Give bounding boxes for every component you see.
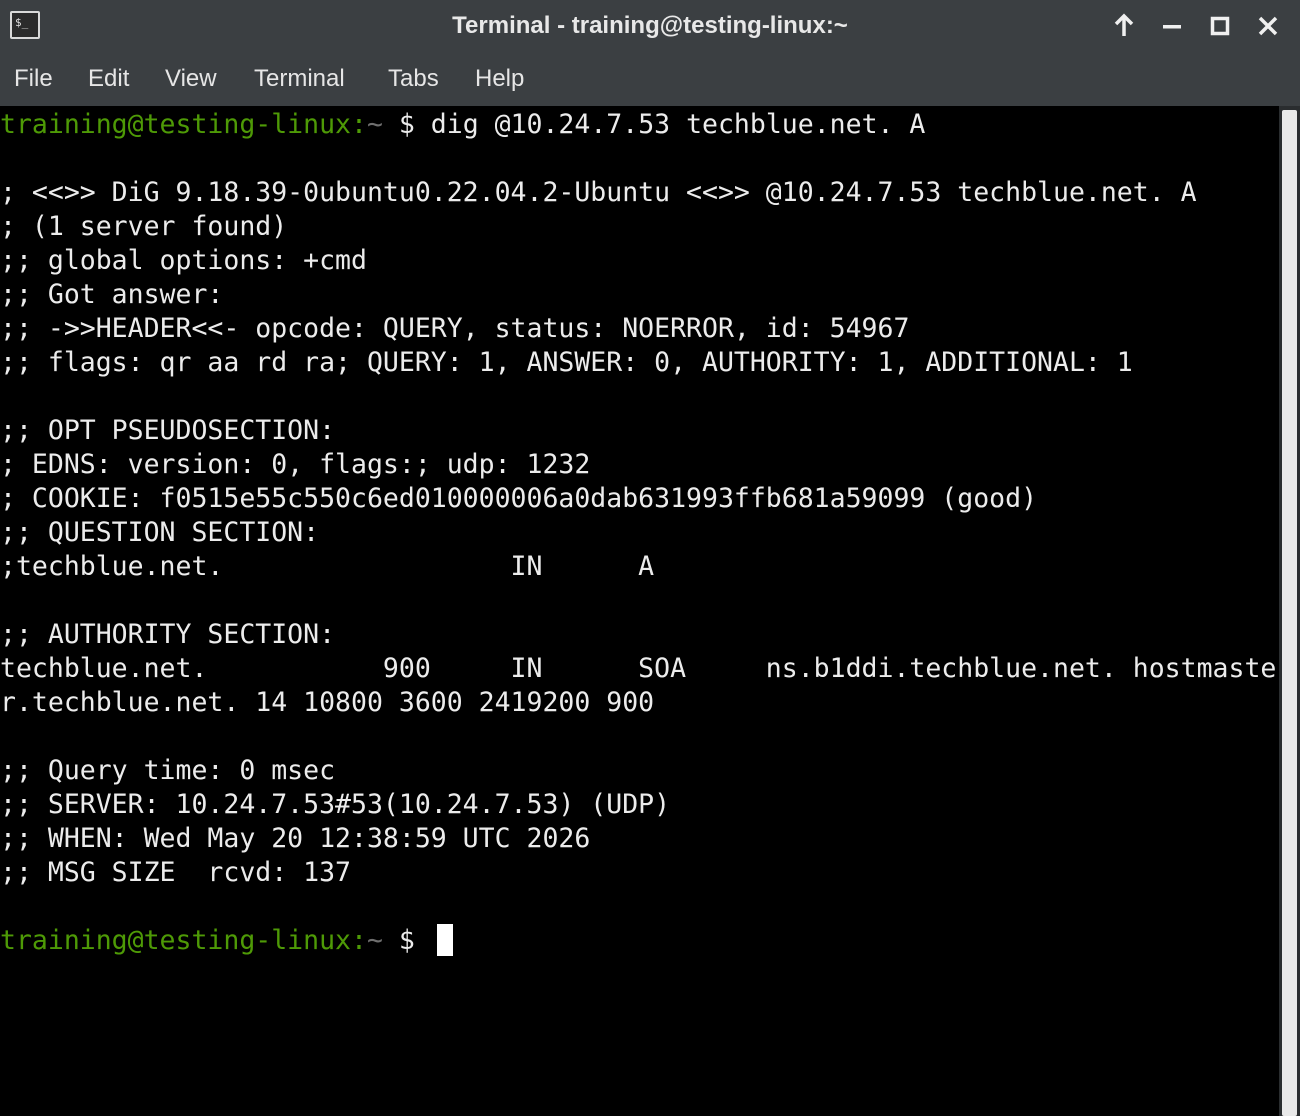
command-line: training@testing-linux:~ $ dig @10.24.7.…	[0, 108, 925, 142]
output-line: ; (1 server found)	[0, 211, 288, 242]
output-line: ; <<>> DiG 9.18.39-0ubuntu0.22.04.2-Ubun…	[0, 177, 1197, 208]
output-line: ;; Query time: 0 msec	[0, 755, 336, 786]
output-line: ;; QUESTION SECTION:	[0, 517, 320, 548]
terminal-window: $_ Terminal - training@testing-linux:~ F…	[0, 0, 1300, 1116]
menu-view[interactable]: View	[163, 52, 219, 106]
output-line: ;; flags: qr aa rd ra; QUERY: 1, ANSWER:…	[0, 347, 1133, 378]
prompt-symbol: $	[382, 925, 431, 956]
maximize-icon[interactable]	[1204, 10, 1236, 42]
arrow-up-icon[interactable]	[1108, 10, 1140, 42]
scrollbar-thumb[interactable]	[1282, 110, 1297, 1116]
terminal-output-area[interactable]: training@testing-linux:~ $ dig @10.24.7.…	[0, 106, 1279, 1116]
output-line: ;techblue.net. IN A	[0, 551, 655, 582]
close-icon[interactable]	[1252, 10, 1284, 42]
prompt-path: ~	[366, 925, 383, 956]
output-line: ;; AUTHORITY SECTION:	[0, 619, 336, 650]
output-line: techblue.net. 900 IN SOA ns.b1ddi.techbl…	[0, 653, 1277, 684]
prompt-user: training@testing-linux:	[0, 109, 367, 140]
menu-tabs[interactable]: Tabs	[386, 52, 441, 106]
output-line: ;; Got answer:	[0, 279, 224, 310]
output-line: ; EDNS: version: 0, flags:; udp: 1232	[0, 449, 591, 480]
menu-bar: File Edit View Terminal Tabs Help	[0, 52, 1300, 106]
active-prompt-line[interactable]: training@testing-linux:~ $	[0, 923, 453, 958]
output-line: r.techblue.net. 14 10800 3600 2419200 90…	[0, 687, 655, 718]
menu-edit[interactable]: Edit	[86, 52, 131, 106]
prompt-user: training@testing-linux:	[0, 925, 367, 956]
output-line: ;; MSG SIZE rcvd: 137	[0, 857, 351, 888]
command-text: dig @10.24.7.53 techblue.net. A	[430, 109, 926, 140]
output-line: ;; OPT PSEUDOSECTION:	[0, 415, 336, 446]
output-line: ;; ->>HEADER<<- opcode: QUERY, status: N…	[0, 313, 910, 344]
menu-file[interactable]: File	[12, 52, 55, 106]
output-line: ;; WHEN: Wed May 20 12:38:59 UTC 2026	[0, 823, 591, 854]
menu-help[interactable]: Help	[473, 52, 526, 106]
vertical-scrollbar[interactable]	[1279, 106, 1300, 1116]
output-line: ; COOKIE: f0515e55c550c6ed010000006a0dab…	[0, 483, 1038, 514]
text-cursor	[436, 923, 453, 956]
prompt-symbol: $	[382, 109, 431, 140]
minimize-icon[interactable]	[1156, 10, 1188, 42]
prompt-path: ~	[366, 109, 383, 140]
output-line: ;; SERVER: 10.24.7.53#53(10.24.7.53) (UD…	[0, 789, 671, 820]
output-line: ;; global options: +cmd	[0, 245, 367, 276]
title-bar[interactable]: $_ Terminal - training@testing-linux:~	[0, 0, 1300, 52]
window-title: Terminal - training@testing-linux:~	[452, 12, 848, 39]
menu-terminal[interactable]: Terminal	[252, 52, 347, 106]
